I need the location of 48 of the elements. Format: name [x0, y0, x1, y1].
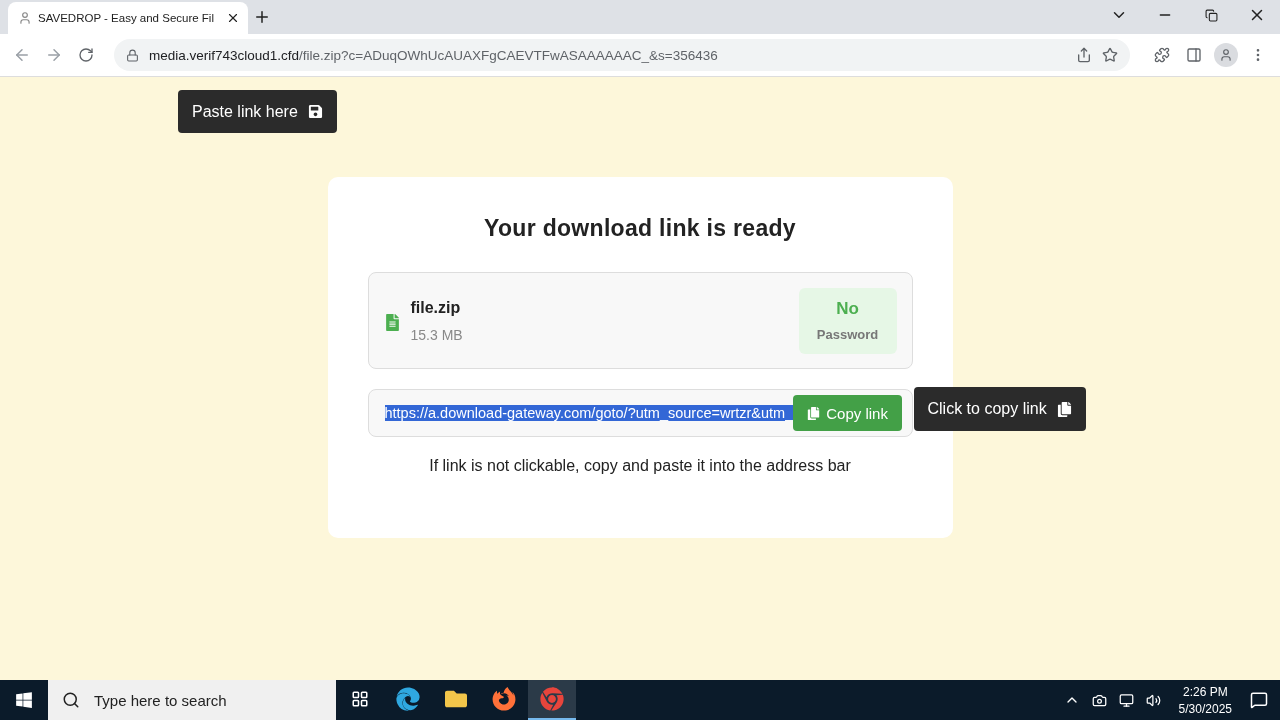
- new-tab-icon[interactable]: [253, 8, 271, 26]
- firefox-icon: [492, 687, 516, 711]
- tooltip-text: Paste link here: [192, 102, 298, 121]
- clock-date: 5/30/2025: [1178, 701, 1232, 716]
- side-panel-icon[interactable]: [1186, 47, 1202, 63]
- share-icon[interactable]: [1076, 47, 1092, 63]
- notifications-icon[interactable]: [1250, 691, 1268, 709]
- camera-icon[interactable]: [1091, 692, 1107, 708]
- clock-time: 2:26 PM: [1182, 684, 1228, 699]
- save-icon: [307, 104, 323, 119]
- site-icon: [18, 11, 32, 25]
- file-name: file.zip: [410, 298, 462, 317]
- volume-icon[interactable]: [1145, 692, 1161, 708]
- browser-tab[interactable]: SAVEDROP - Easy and Secure Fil: [8, 2, 248, 34]
- link-text: https://a.download-gateway.com/goto/?utm_source=wrtzr&utm_: [384, 405, 794, 421]
- search-icon: [62, 691, 80, 709]
- edge-icon: [396, 687, 420, 711]
- copy-icon: [1056, 401, 1072, 417]
- puzzle-icon[interactable]: [1154, 47, 1170, 63]
- user-icon: [1219, 48, 1233, 62]
- close-tab-icon[interactable]: [226, 11, 240, 25]
- hint-text: If link is not clickable, copy and paste it into the address bar: [429, 457, 851, 475]
- forward-icon[interactable]: [45, 46, 63, 64]
- url-path: /file.zip?c=ADuqOWhUcAUAXFgCAEVTFwASAAAAAAC_&s=356436: [299, 47, 718, 63]
- password-value: No: [836, 299, 859, 319]
- clock[interactable]: 2:26 PM 5/30/2025: [1178, 684, 1232, 716]
- folder-icon: [445, 688, 467, 710]
- windows-start-icon[interactable]: [15, 691, 33, 709]
- profile-button[interactable]: [1214, 43, 1238, 67]
- card-heading: Your download link is ready: [484, 215, 796, 242]
- tooltip-text: Click to copy link: [927, 400, 1047, 418]
- tab-title: SAVEDROP - Easy and Secure Fil: [38, 12, 215, 24]
- url-host: media.verif743cloud1.cfd: [149, 47, 300, 63]
- chrome-icon: [540, 687, 564, 711]
- address-bar[interactable]: media.verif743cloud1.cfd/file.zip?c=ADuqOWhUcAUAXFgCAEVTFwASAAAAAAC_&s=356436: [114, 39, 1130, 71]
- lock-icon: [126, 48, 139, 62]
- task-view-icon: [351, 690, 369, 708]
- file-icon: [383, 314, 401, 331]
- password-label: Password: [816, 327, 879, 342]
- file-size: 15.3 MB: [410, 326, 464, 343]
- reload-icon[interactable]: [78, 47, 94, 63]
- taskbar-search-field[interactable]: Type here to search: [48, 680, 336, 720]
- restore-icon[interactable]: [1204, 8, 1218, 22]
- copy-icon: [807, 406, 821, 420]
- bookmark-star-icon[interactable]: [1102, 47, 1118, 63]
- search-placeholder: Type here to search: [94, 691, 227, 709]
- back-icon[interactable]: [13, 46, 31, 64]
- network-icon[interactable]: [1118, 692, 1134, 708]
